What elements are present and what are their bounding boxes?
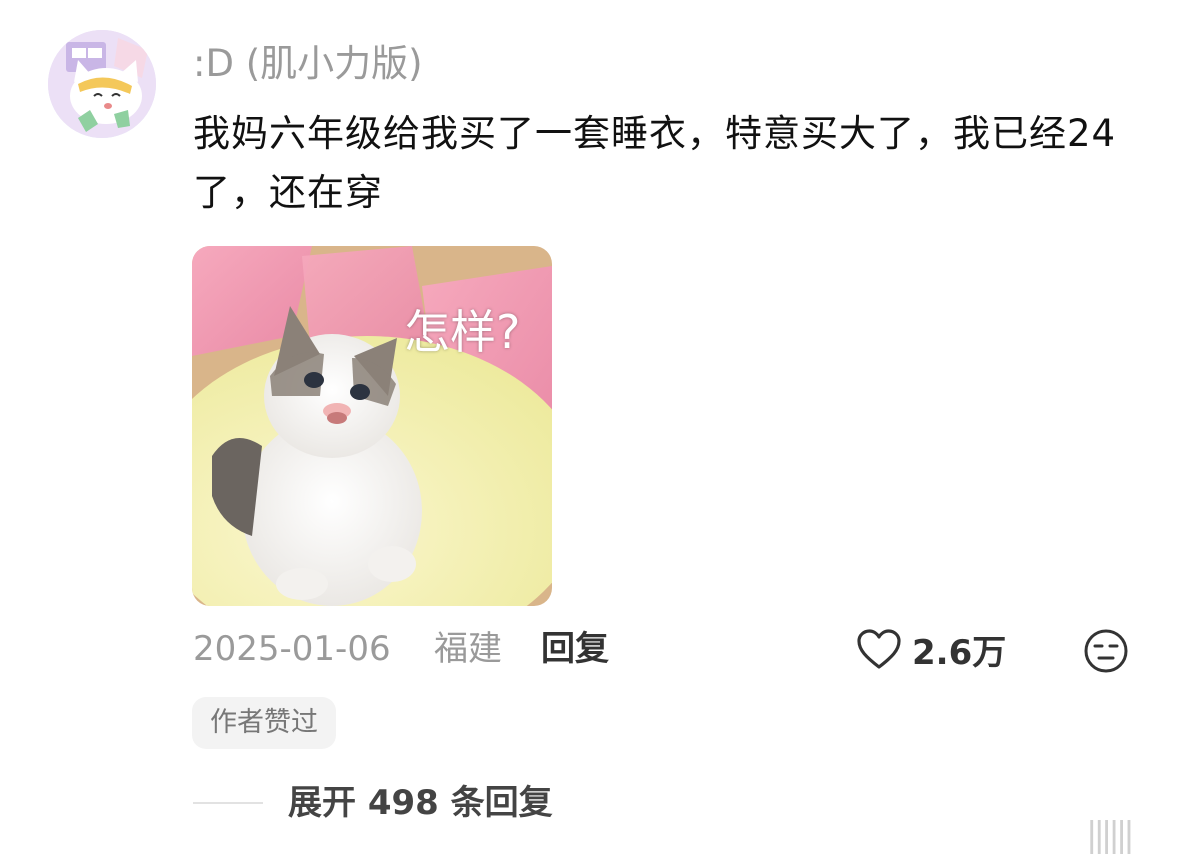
watermark: ||||||: [1086, 815, 1135, 855]
author-liked-badge: 作者赞过: [192, 697, 336, 749]
comment-date: 2025-01-06: [193, 629, 391, 669]
image-caption: 怎样?: [404, 305, 521, 359]
cat-avatar-illustration: [48, 30, 156, 138]
comment-text: 我妈六年级给我买了一套睡衣，特意买大了，我已经24了，还在穿: [193, 112, 1117, 214]
like-count: 2.6万: [912, 632, 1007, 673]
username[interactable]: :D (肌小力版): [193, 40, 423, 88]
neutral-face-icon: [1084, 629, 1128, 673]
reaction-button[interactable]: [1083, 628, 1129, 674]
avatar[interactable]: [48, 30, 156, 138]
like-button[interactable]: 2.6万: [856, 626, 1007, 673]
comment-location: 福建: [434, 629, 502, 669]
comment-image[interactable]: 怎样?: [192, 246, 552, 606]
heart-outline-icon: [857, 629, 901, 669]
reply-button[interactable]: 回复: [541, 626, 609, 672]
expand-replies-button[interactable]: 展开 498 条回复: [288, 780, 553, 826]
replies-divider: [193, 802, 263, 804]
